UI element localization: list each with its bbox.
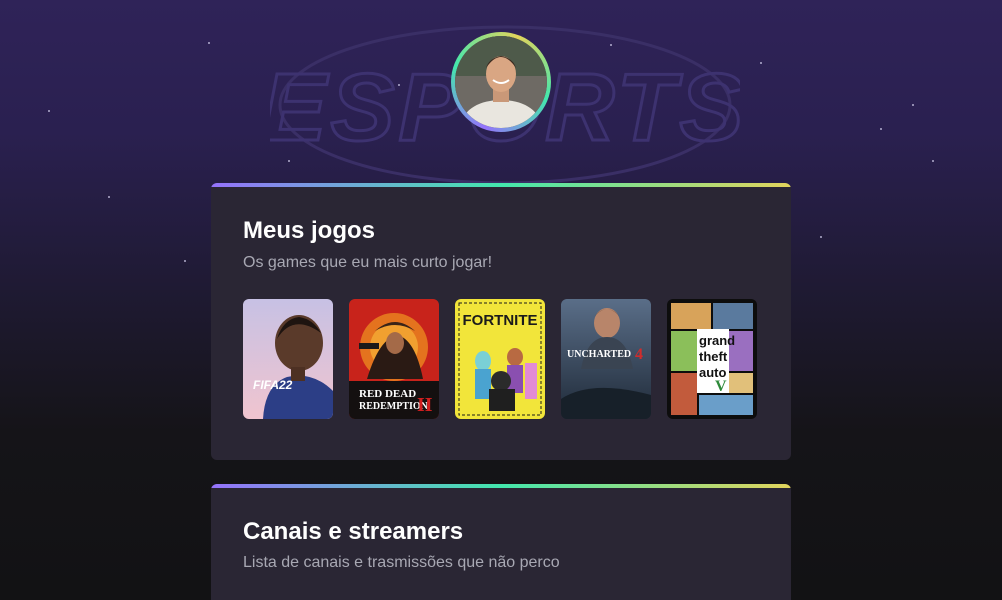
games-card: Meus jogos Os games que eu mais curto jo… <box>211 183 791 460</box>
rdr-cover-numeral: II <box>417 394 433 416</box>
game-cover-red-dead-redemption[interactable]: RED DEAD REDEMPTION II <box>349 299 439 419</box>
uncharted-cover-text: UNCHARTED <box>567 349 631 360</box>
rdr-cover-line1: RED DEAD <box>359 388 416 400</box>
gta-cover-numeral: V <box>715 378 727 395</box>
gta-cover-line2: theft <box>699 349 728 364</box>
channels-title: Canais e streamers <box>243 518 464 545</box>
fifa-cover-text: FIFA22 <box>253 378 293 392</box>
avatar <box>455 36 547 128</box>
profile-photo-icon <box>455 36 547 128</box>
uncharted-cover-numeral: 4 <box>635 346 643 363</box>
game-cover-gta-v[interactable]: grand theft auto V <box>667 299 757 419</box>
game-cover-fortnite[interactable]: FORTNITE <box>455 299 545 419</box>
games-subtitle: Os games que eu mais curto jogar! <box>243 254 493 271</box>
gta-cover-line1: grand <box>699 333 735 348</box>
games-title: Meus jogos <box>243 217 376 244</box>
channels-card: Canais e streamers Lista de canais e tra… <box>211 484 791 600</box>
profile-avatar-ring <box>451 32 551 132</box>
game-cover-fifa22[interactable]: FIFA22 <box>243 299 333 419</box>
games-list: FIFA22 RED DEAD REDEMPTION II FORTNITE U… <box>243 299 757 419</box>
fortnite-cover-text: FORTNITE <box>463 312 538 329</box>
channels-subtitle: Lista de canais e trasmissões que não pe… <box>243 554 560 571</box>
game-cover-uncharted-4[interactable]: UNCHARTED 4 <box>561 299 651 419</box>
